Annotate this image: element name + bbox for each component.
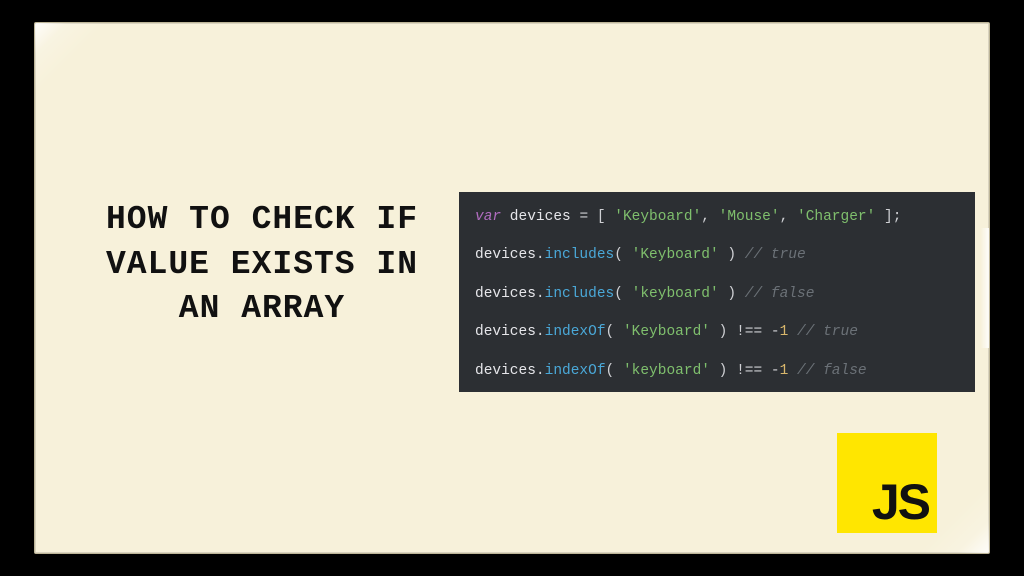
code-token-punct: .: [536, 286, 545, 302]
code-token-punct: (: [606, 363, 623, 379]
code-token-comment: // true: [745, 247, 806, 263]
code-token-punct: (: [606, 324, 623, 340]
code-token-punct: .: [536, 247, 545, 263]
code-token-string: 'Keyboard': [632, 247, 719, 263]
code-token-space: [788, 324, 797, 340]
code-token-punct: ): [719, 247, 736, 263]
code-token-punct: [: [588, 209, 614, 225]
code-line: devices.indexOf( 'keyboard' ) !== -1 // …: [475, 364, 961, 379]
code-token-punct: .: [536, 324, 545, 340]
code-token-comment: // false: [745, 286, 815, 302]
code-token-punct: .: [536, 363, 545, 379]
code-token-keyword: var: [475, 209, 501, 225]
code-line: var devices = [ 'Keyboard', 'Mouse', 'Ch…: [475, 210, 961, 225]
code-token-string: 'Charger': [797, 209, 875, 225]
slide-title: HOW TO CHECK IF VALUE EXISTS IN AN ARRAY: [77, 198, 447, 332]
code-token-ident: devices: [475, 363, 536, 379]
code-token-ident: devices: [475, 324, 536, 340]
js-logo-text: JS: [872, 477, 929, 527]
corner-highlight-top-left: [35, 23, 125, 93]
code-token-space: [762, 324, 771, 340]
code-token-space: [736, 247, 745, 263]
code-token-punct: ): [719, 286, 736, 302]
edge-highlight-right: [977, 228, 989, 348]
code-block: var devices = [ 'Keyboard', 'Mouse', 'Ch…: [459, 192, 975, 392]
code-token-func: indexOf: [545, 324, 606, 340]
code-token-string: 'Mouse': [719, 209, 780, 225]
code-token-punct: ): [710, 324, 736, 340]
code-token-punct: (: [614, 286, 631, 302]
code-token-comment: // true: [797, 324, 858, 340]
code-token-operator: !==: [736, 363, 762, 379]
code-token-punct: ): [710, 363, 736, 379]
code-token-func: includes: [545, 247, 615, 263]
code-token-space: [736, 286, 745, 302]
code-line: devices.indexOf( 'Keyboard' ) !== -1 // …: [475, 325, 961, 340]
code-token-number: 1: [780, 324, 789, 340]
code-token-operator: -: [771, 324, 780, 340]
code-token-punct: ];: [875, 209, 901, 225]
code-token-ident: devices: [475, 247, 536, 263]
code-token-punct: (: [614, 247, 631, 263]
code-token-punct: ,: [780, 209, 797, 225]
code-token-ident: devices: [501, 209, 579, 225]
code-token-func: includes: [545, 286, 615, 302]
code-line: devices.includes( 'Keyboard' ) // true: [475, 248, 961, 263]
code-token-punct: ,: [701, 209, 718, 225]
code-token-space: [788, 363, 797, 379]
code-line: devices.includes( 'keyboard' ) // false: [475, 287, 961, 302]
slide-card: HOW TO CHECK IF VALUE EXISTS IN AN ARRAY…: [34, 22, 990, 554]
code-token-func: indexOf: [545, 363, 606, 379]
code-token-number: 1: [780, 363, 789, 379]
code-token-ident: devices: [475, 286, 536, 302]
code-token-string: 'Keyboard': [623, 324, 710, 340]
code-token-operator: !==: [736, 324, 762, 340]
js-logo-badge: JS: [837, 433, 937, 533]
outer-frame: HOW TO CHECK IF VALUE EXISTS IN AN ARRAY…: [0, 0, 1024, 576]
code-token-space: [762, 363, 771, 379]
code-token-comment: // false: [797, 363, 867, 379]
code-token-string: 'Keyboard': [614, 209, 701, 225]
code-token-string: 'keyboard': [623, 363, 710, 379]
code-token-string: 'keyboard': [632, 286, 719, 302]
code-token-operator: -: [771, 363, 780, 379]
code-token-operator: =: [579, 209, 588, 225]
